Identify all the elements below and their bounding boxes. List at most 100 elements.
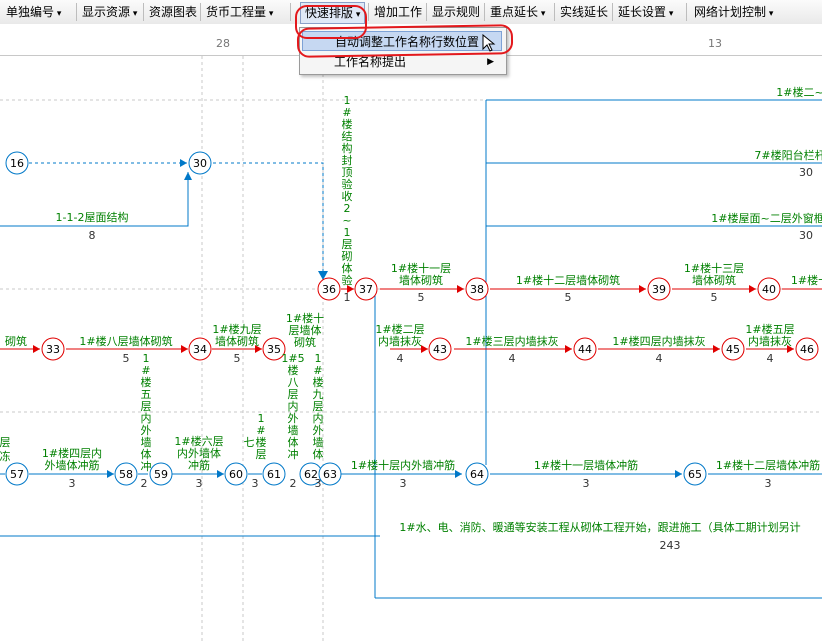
node-33[interactable]: 33 [41,337,65,361]
svg-text:封: 封 [342,153,353,167]
svg-text:58: 58 [119,468,133,481]
task-duration: 5 [234,352,241,365]
extract-work-name-label: 工作名称提出 [334,55,407,69]
svg-text:38: 38 [470,283,484,296]
task-name-fragment: 1#楼二~ [776,85,822,99]
task-name: 1#楼十层内外墙冲筋 [351,458,455,472]
show-rules-button[interactable]: 显示规则 [428,2,484,22]
svg-text:34: 34 [193,343,207,356]
task-duration: 3 [583,477,590,490]
currency-quantity-button[interactable]: 货币工程量 [202,2,277,22]
task-name: 冲筋 [188,458,210,472]
node-44[interactable]: 44 [573,337,597,361]
task-name-fragment: 层墙体 [289,323,322,337]
node-45[interactable]: 45 [721,337,745,361]
task-duration: 4 [767,352,774,365]
submenu-arrow-icon: ▶ [487,57,494,67]
network-plan-control-button[interactable]: 网络计划控制 [690,2,777,22]
node-60[interactable]: 60 [224,462,248,486]
task-name: 1#楼十一层 [391,261,451,275]
node-37[interactable]: 37 [354,277,378,301]
node-64[interactable]: 64 [465,462,489,486]
svg-text:冲: 冲 [288,447,299,461]
svg-text:构: 构 [342,141,353,155]
node-36[interactable]: 36 [317,277,341,301]
task-name: 1#水、电、消防、暖通等安装工程从砌体工程开始，跟进施工（具体工期计划另计 [399,520,800,534]
svg-text:36: 36 [322,283,336,296]
single-numbering-button[interactable]: 单独编号 [2,2,65,22]
task-duration: 5 [565,291,572,304]
task-name: 1-1-2屋面结构 [56,210,129,224]
svg-text:65: 65 [688,468,702,481]
task-duration: 3 [252,477,259,490]
add-work-button[interactable]: 增加工作 [370,2,426,22]
svg-text:体: 体 [342,261,353,275]
svg-text:墙: 墙 [288,423,299,437]
node-16[interactable]: 16 [5,151,29,175]
grid-lines [0,56,822,644]
task-name: 1#楼十三层 [684,261,744,275]
task-name: 1#楼八层墙体砌筑 [79,334,172,348]
network-diagram: 16 30 36 37 38 39 40 33 34 35 43 44 45 4… [0,56,822,644]
node-46[interactable]: 46 [795,337,819,361]
svg-text:35: 35 [267,343,281,356]
task-duration: 5 [123,352,130,365]
node-63[interactable]: 63 [318,462,342,486]
task-name: 1#楼十二层墙体冲筋 [716,458,820,472]
task-duration: 5 [711,291,718,304]
node-58[interactable]: 58 [114,462,138,486]
solid-extend-button[interactable]: 实线延长 [556,2,612,22]
resource-chart-button[interactable]: 资源图表 [145,2,201,22]
node-34[interactable]: 34 [188,337,212,361]
node-65[interactable]: 65 [683,462,707,486]
node-59[interactable]: 59 [149,462,173,486]
task-name-fragment: 1#楼十 [791,273,822,287]
toolbar: 单独编号 显示资源 资源图表 货币工程量 快速排版 增加工作 显示规则 重点延长… [0,0,822,25]
svg-text:44: 44 [578,343,592,356]
key-extend-button[interactable]: 重点延长 [486,2,549,22]
svg-text:楼: 楼 [141,375,152,389]
highlight-annotation [295,5,367,39]
svg-text:30: 30 [193,157,207,170]
task-duration: 30 [799,229,813,242]
svg-text:16: 16 [10,157,24,170]
task-name-fragment: 层 [0,436,11,449]
task-name: 1#楼六层 [174,434,223,448]
task-name: 1#楼十二层墙体砌筑 [516,273,620,287]
svg-text:60: 60 [229,468,243,481]
node-40[interactable]: 40 [757,277,781,301]
svg-text:37: 37 [359,283,373,296]
node-57[interactable]: 57 [5,462,29,486]
svg-text:1: 1 [344,291,351,304]
svg-text:验: 验 [342,177,353,191]
task-name: 1#楼五层 [745,322,794,336]
task-duration: 3 [196,477,203,490]
svg-text:64: 64 [470,468,484,481]
task-name: 墙体砌筑 [692,273,736,287]
extend-settings-button[interactable]: 延长设置 [614,2,677,22]
task-name: 1#楼三层内墙抹灰 [465,334,558,348]
task-duration: 3 [765,477,772,490]
node-30[interactable]: 30 [188,151,212,175]
normal-arrowheads [107,159,682,478]
svg-text:收: 收 [342,189,353,203]
svg-text:楼: 楼 [313,375,324,389]
task-duration: 2 [141,477,148,490]
node-61[interactable]: 61 [262,462,286,486]
task-name: 1#楼屋面~二层外窗框 [711,211,822,225]
svg-text:57: 57 [10,468,24,481]
task-duration: 4 [656,352,663,365]
node-43[interactable]: 43 [428,337,452,361]
task-duration: 30 [799,166,813,179]
svg-text:体: 体 [313,447,324,461]
show-resources-button[interactable]: 显示资源 [78,2,141,22]
svg-text:体: 体 [141,447,152,461]
node-39[interactable]: 39 [647,277,671,301]
task-duration: 3 [315,477,322,490]
node-38[interactable]: 38 [465,277,489,301]
svg-text:层: 层 [256,448,267,461]
svg-text:43: 43 [433,343,447,356]
svg-text:63: 63 [323,468,337,481]
task-name: 1#楼二层 [375,322,424,336]
svg-text:61: 61 [267,468,281,481]
